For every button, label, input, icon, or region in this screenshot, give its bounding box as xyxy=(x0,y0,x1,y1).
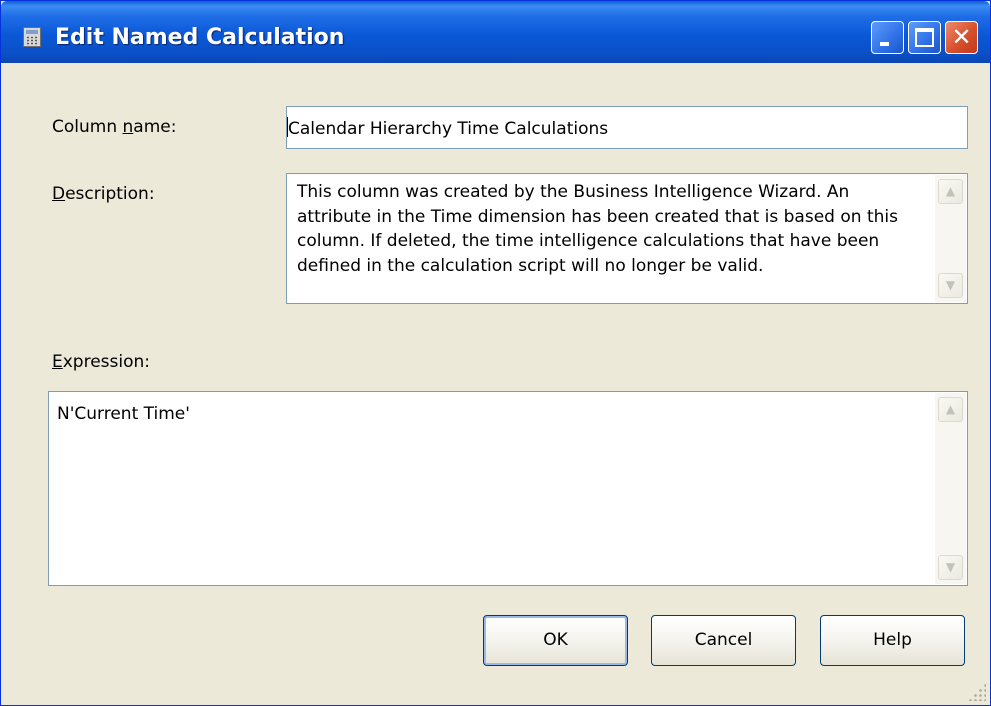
expression-scrollbar[interactable]: ▲ ▼ xyxy=(935,393,966,584)
scroll-down-button[interactable]: ▼ xyxy=(938,555,963,580)
close-button[interactable]: ✕ xyxy=(945,21,978,54)
resize-grip[interactable] xyxy=(968,683,986,701)
description-value: This column was created by the Business … xyxy=(297,182,898,276)
expression-textarea[interactable]: N'Current Time' ▲ ▼ xyxy=(48,391,968,586)
calculator-icon xyxy=(23,27,41,47)
scroll-down-button[interactable]: ▼ xyxy=(938,273,963,298)
description-scrollbar[interactable]: ▲ ▼ xyxy=(935,175,966,302)
maximize-button[interactable] xyxy=(908,21,941,54)
maximize-icon xyxy=(915,28,934,47)
ok-button[interactable]: OK xyxy=(483,615,628,666)
scroll-up-button[interactable]: ▲ xyxy=(938,179,963,204)
scroll-up-button[interactable]: ▲ xyxy=(938,397,963,422)
expression-label: Expression: xyxy=(52,352,151,372)
edit-named-calculation-dialog: Edit Named Calculation ✕ Column name: Ca… xyxy=(0,0,991,706)
cancel-button[interactable]: Cancel xyxy=(651,615,796,666)
column-name-input[interactable]: Calendar Hierarchy Time Calculations xyxy=(286,106,968,149)
description-textarea[interactable]: This column was created by the Business … xyxy=(286,173,968,304)
column-name-value: Calendar Hierarchy Time Calculations xyxy=(288,119,609,139)
close-icon: ✕ xyxy=(951,23,972,51)
minimize-button[interactable] xyxy=(871,21,904,54)
help-button[interactable]: Help xyxy=(820,615,965,666)
minimize-icon xyxy=(880,42,889,46)
title-bar[interactable]: Edit Named Calculation ✕ xyxy=(1,1,990,63)
dialog-title: Edit Named Calculation xyxy=(55,25,345,50)
description-label: Description: xyxy=(52,184,155,204)
column-name-label: Column name: xyxy=(52,117,177,137)
expression-value: N'Current Time' xyxy=(57,404,190,424)
